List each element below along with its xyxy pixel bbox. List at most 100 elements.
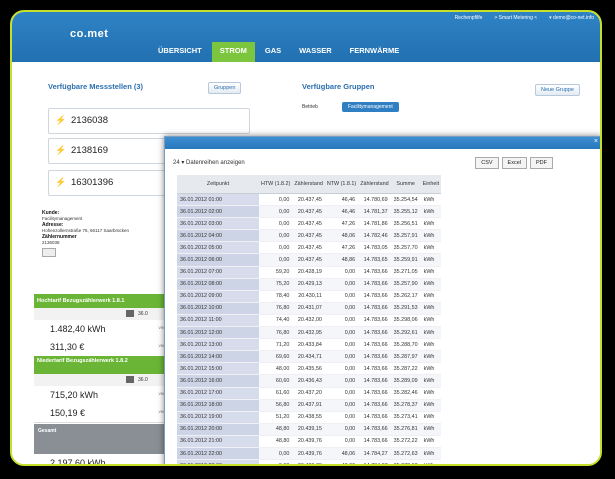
table-cell: 36.01.2012 11:00 [177, 314, 259, 328]
table-cell: 14.783,66 [358, 266, 391, 279]
export-pdf-button[interactable]: PDF [530, 157, 553, 169]
table-row: 36.01.2012 03:00 0,00 20.437,45 47,26 14.781… [177, 217, 442, 231]
close-icon[interactable]: × [594, 138, 598, 145]
gruppen-button[interactable]: Gruppen [208, 82, 242, 94]
table-body: 36.01.2012 01:00 0,00 20.437,45 46,46 14.780… [177, 193, 442, 464]
table-cell: kWh [420, 266, 442, 279]
table-cell: 36.01.2012 22:00 [177, 447, 259, 461]
export-buttons: CSV Excel PDF [475, 157, 553, 169]
table-cell: 20.429,13 [292, 278, 325, 291]
adresse-value: Hohenzollernstraße 75, 66117 Saarbrücken [42, 228, 129, 233]
table-cell: 20.437,45 [292, 193, 325, 207]
table-cell: 14.781,86 [358, 217, 391, 231]
table-cell: 0,00 [324, 387, 359, 400]
table-cell: 35.276,81 [390, 423, 421, 436]
tab-gas[interactable]: GAS [257, 42, 289, 62]
table-cell: 14.783,66 [358, 278, 391, 291]
table-cell: 20.437,91 [292, 399, 325, 412]
table-cell: 36.01.2012 03:00 [177, 217, 259, 231]
table-row: 36.01.2012 16:00 60,60 20.436,43 0,00 14.783… [177, 374, 442, 388]
table-cell: 35.271,05 [390, 266, 421, 279]
bezug1-eur: 311,30 € [50, 342, 85, 352]
table-cell: kWh [420, 278, 442, 291]
table-cell: kWh [420, 302, 442, 315]
table-cell: 0,00 [324, 350, 359, 364]
tab-uebersicht[interactable]: ÜBERSICHT [150, 42, 210, 62]
expand-button[interactable] [42, 248, 56, 257]
table-cell: kWh [420, 229, 442, 243]
bezug1-eur-row: 311,30 € vert [34, 338, 174, 357]
col-ntw[interactable]: NTW (1.8.1) [324, 175, 359, 194]
table-cell: 36.01.2012 21:00 [177, 435, 259, 448]
table-cell: 74,40 [259, 314, 293, 328]
betrieb-select[interactable]: Facilitymanagement [342, 102, 399, 112]
export-csv-button[interactable]: CSV [475, 157, 499, 169]
col-summe[interactable]: Summe [390, 175, 421, 194]
table-cell: 35.292,61 [390, 326, 421, 340]
bezug1-header: Hochtarif Bezugszählerwerk 1.8.1 [34, 294, 174, 308]
table-cell: 35.289,09 [390, 374, 421, 388]
table-cell: kWh [420, 217, 442, 231]
betrieb-label: Betrieb [302, 104, 318, 110]
table-cell: 0,00 [259, 447, 293, 461]
col-zaehlerstand[interactable]: Zählerstand [292, 175, 325, 194]
table-cell: 48,06 [324, 447, 359, 461]
table-cell: 69,60 [259, 350, 293, 364]
top-link-user[interactable]: ▾ demo@co-net.info [549, 15, 594, 21]
table-cell: 14.783,66 [358, 302, 391, 315]
table-cell: 36.01.2012 05:00 [177, 241, 259, 255]
rows-select[interactable]: 24 [173, 160, 180, 166]
table-cell: 20.439,76 [292, 447, 325, 461]
table-cell: 56,80 [259, 399, 293, 412]
tab-wasser[interactable]: WASSER [291, 42, 340, 62]
tab-fernwaerme[interactable]: FERNWÄRME [342, 42, 408, 62]
table-cell: 0,00 [259, 217, 293, 231]
export-excel-button[interactable]: Excel [501, 157, 527, 169]
table-cell: 20.437,45 [292, 217, 325, 231]
data-table: Zeitpunkt HTW (1.8.2) Zählerstand NTW (1… [177, 175, 442, 464]
table-row: 36.01.2012 09:00 78,40 20.430,11 0,00 14.783… [177, 290, 442, 303]
top-link-smart-metering[interactable]: > Smart Metering < [494, 15, 537, 21]
table-cell: 14.783,65 [358, 253, 391, 267]
table-row: 36.01.2012 02:00 0,00 20.437,45 46,46 14.781… [177, 205, 442, 219]
table-row: 36.01.2012 23:00 0,00 20.439,76 48,06 14.784… [177, 459, 442, 464]
table-cell: 36.01.2012 09:00 [177, 290, 259, 303]
table-cell: 14.783,66 [358, 350, 391, 364]
calendar-icon[interactable] [126, 310, 134, 317]
meter-number: 2138169 [71, 145, 108, 156]
table-cell: 35.256,51 [390, 217, 421, 231]
table-cell: 14.781,37 [358, 205, 391, 219]
table-cell: 14.783,66 [358, 326, 391, 340]
table-cell: 36.01.2012 07:00 [177, 266, 259, 279]
table-cell: 36.01.2012 17:00 [177, 387, 259, 400]
table-row: 36.01.2012 12:00 76,80 20.432,95 0,00 14.783… [177, 326, 442, 340]
table-row: 36.01.2012 07:00 59,20 20.428,19 0,00 14.783… [177, 266, 442, 279]
table-cell: 36.01.2012 06:00 [177, 253, 259, 267]
table-cell: kWh [420, 459, 442, 464]
table-cell: 47,26 [324, 241, 359, 255]
col-einheit[interactable]: Einheit [420, 175, 442, 194]
table-cell: 20.436,43 [292, 374, 325, 388]
table-cell: 35.278,37 [390, 399, 421, 412]
table-cell: 20.437,20 [292, 387, 325, 400]
new-group-button[interactable]: Neue Gruppe [534, 84, 580, 96]
table-cell: 0,00 [324, 338, 359, 352]
meter-icon: ⚡ [55, 115, 67, 125]
table-cell: 20.434,71 [292, 350, 325, 364]
kunde-value: Facilitymanagement [42, 216, 83, 221]
table-cell: 51,20 [259, 411, 293, 424]
top-link-help[interactable]: Rechenpfilfe [455, 15, 483, 21]
table-row: 36.01.2012 06:00 0,00 20.437,45 48,86 14.783… [177, 253, 442, 267]
tab-strom[interactable]: STROM [211, 42, 255, 62]
table-cell: kWh [420, 423, 442, 436]
col-zeitpunkt[interactable]: Zeitpunkt [177, 175, 259, 194]
meter-item[interactable]: ⚡ 2136038 [48, 108, 250, 134]
table-cell: 61,60 [259, 387, 293, 400]
col-zaehlerstand-2[interactable]: Zählerstand [358, 175, 391, 194]
bezug2-eur-row: 150,19 € vert [34, 404, 174, 423]
bezug2-eur: 150,19 € [50, 408, 86, 418]
col-htw[interactable]: HTW (1.8.2) [259, 175, 293, 194]
table-cell: 20.431,07 [292, 302, 325, 315]
table-cell: 20.439,76 [292, 435, 325, 448]
calendar-icon[interactable] [126, 376, 134, 383]
